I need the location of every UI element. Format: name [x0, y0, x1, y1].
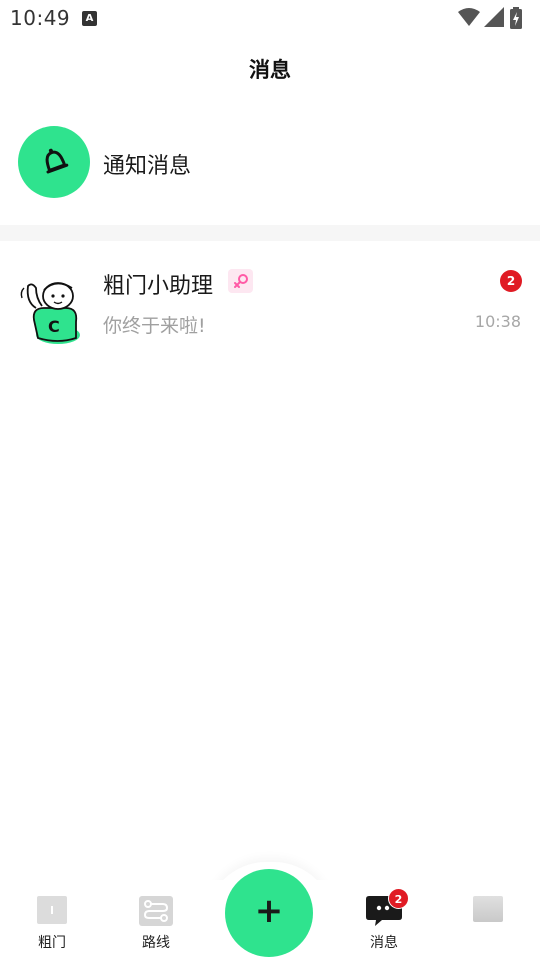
gender-tag: [228, 269, 253, 293]
battery-icon: [510, 7, 522, 29]
nav-item-profile[interactable]: [453, 880, 523, 960]
route-icon: [139, 896, 173, 926]
nav-label-route: 路线: [142, 935, 170, 951]
nav-item-home[interactable]: 粗门: [17, 880, 87, 960]
status-time: 10:49: [10, 6, 71, 30]
nav-item-route[interactable]: 路线: [121, 880, 191, 960]
status-bar: 10:49 A: [0, 0, 540, 36]
nav-item-messages[interactable]: 消息: [349, 880, 419, 960]
a-icon-glyph: A: [85, 13, 94, 24]
create-button[interactable]: +: [225, 869, 313, 957]
messages-screen: 10:49 A 消息 通知消息 C 粗门小助理 你终于来啦! 10:38 2 粗…: [0, 0, 540, 960]
svg-text:C: C: [48, 317, 60, 336]
chat-preview: 你终于来啦!: [103, 315, 206, 337]
female-icon: [234, 274, 248, 288]
chat-list-item[interactable]: C 粗门小助理 你终于来啦! 10:38 2: [0, 256, 540, 352]
chat-time: 10:38: [474, 312, 521, 331]
unread-badge: 2: [500, 270, 522, 292]
bell-icon: [45, 148, 69, 174]
nav-label-home: 粗门: [38, 935, 66, 951]
plus-icon: +: [254, 891, 284, 931]
notification-label: 通知消息: [103, 154, 192, 179]
notification-row[interactable]: 通知消息: [0, 118, 540, 206]
section-divider: [0, 225, 540, 241]
chat-name: 粗门小助理: [103, 274, 214, 299]
profile-icon: [473, 896, 503, 922]
a-icon: A: [82, 11, 97, 26]
nav-messages-badge: 2: [388, 888, 409, 909]
status-icons: [458, 7, 530, 29]
home-icon: [37, 896, 67, 924]
wifi-icon: [458, 8, 480, 26]
nav-label-messages: 消息: [370, 935, 398, 951]
notification-avatar: [18, 126, 90, 198]
signal-icon: [484, 7, 504, 27]
assistant-avatar: C: [20, 282, 80, 344]
page-title: 消息: [249, 58, 291, 82]
